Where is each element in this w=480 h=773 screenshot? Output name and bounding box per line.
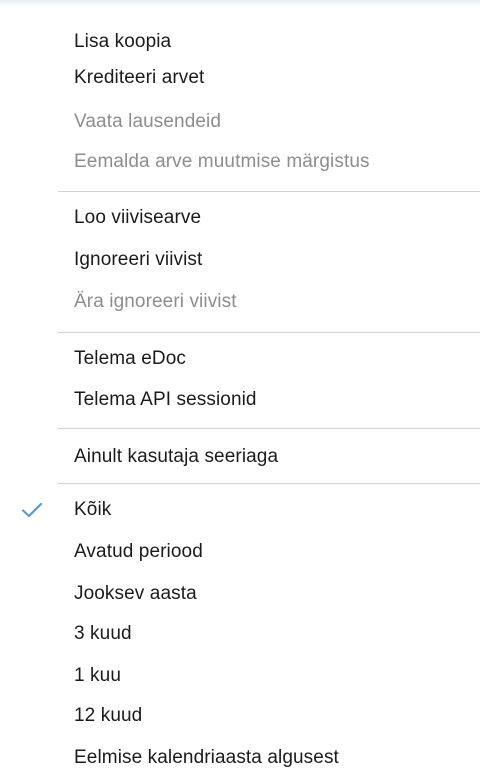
menu-item-loo-viivisearve[interactable]: Loo viivisearve (0, 198, 480, 238)
menu-separator (58, 483, 480, 484)
context-menu: Lisa koopia Krediteeri arvet Vaata lause… (0, 0, 480, 773)
menu-item-label: Jooksev aasta (74, 583, 197, 604)
menu-item-label: Kõik (74, 499, 112, 520)
menu-separator (58, 191, 480, 192)
menu-item-1-kuu[interactable]: 1 kuu (0, 656, 480, 696)
menu-item-label: Telema eDoc (74, 348, 186, 369)
menu-item-label: Vaata lausendeid (74, 111, 222, 132)
menu-item-label: Ainult kasutaja seeriaga (74, 446, 279, 467)
menu-item-label: 3 kuud (74, 623, 132, 644)
menu-item-label: Eemalda arve muutmise märgistus (74, 151, 370, 172)
menu-top-edge (0, 0, 480, 6)
menu-item-telema-api-sessionid[interactable]: Telema API sessionid (0, 380, 480, 420)
menu-item-avatud-periood[interactable]: Avatud periood (0, 532, 480, 572)
menu-item-12-kuud[interactable]: 12 kuud (0, 696, 480, 736)
menu-item-jooksev-aasta[interactable]: Jooksev aasta (0, 574, 480, 614)
menu-item-label: Eelmise kalendriaasta algusest (74, 747, 339, 768)
menu-item-ara-ignoreeri-viivist: Ära ignoreeri viivist (0, 282, 480, 322)
menu-separator (58, 332, 480, 333)
menu-item-label: Avatud periood (74, 541, 203, 562)
menu-item-label: Telema API sessionid (74, 389, 257, 410)
menu-item-label: Ignoreeri viivist (74, 249, 203, 270)
menu-item-telema-edoc[interactable]: Telema eDoc (0, 339, 480, 379)
menu-item-eelmise-kalendriaasta-algusest[interactable]: Eelmise kalendriaasta algusest (0, 738, 480, 773)
menu-item-label: Lisa koopia (74, 31, 172, 52)
menu-item-koik[interactable]: Kõik (0, 490, 480, 530)
menu-item-krediteeri-arvet[interactable]: Krediteeri arvet (0, 58, 480, 98)
menu-item-3-kuud[interactable]: 3 kuud (0, 614, 480, 654)
menu-item-eemalda-arve-muutmise-margistus: Eemalda arve muutmise märgistus (0, 142, 480, 182)
menu-item-label: Loo viivisearve (74, 207, 202, 228)
menu-item-ignoreeri-viivist[interactable]: Ignoreeri viivist (0, 240, 480, 280)
menu-item-label: 12 kuud (74, 705, 143, 726)
menu-item-lisa-koopia[interactable]: Lisa koopia (0, 22, 480, 62)
menu-separator (58, 428, 480, 429)
menu-item-ainult-kasutaja-seeriaga[interactable]: Ainult kasutaja seeriaga (0, 437, 480, 477)
menu-item-label: 1 kuu (74, 665, 121, 686)
checkmark-icon (14, 490, 50, 530)
menu-item-vaata-lausendeid: Vaata lausendeid (0, 102, 480, 142)
menu-item-label: Krediteeri arvet (74, 67, 205, 88)
menu-item-label: Ära ignoreeri viivist (74, 291, 237, 312)
